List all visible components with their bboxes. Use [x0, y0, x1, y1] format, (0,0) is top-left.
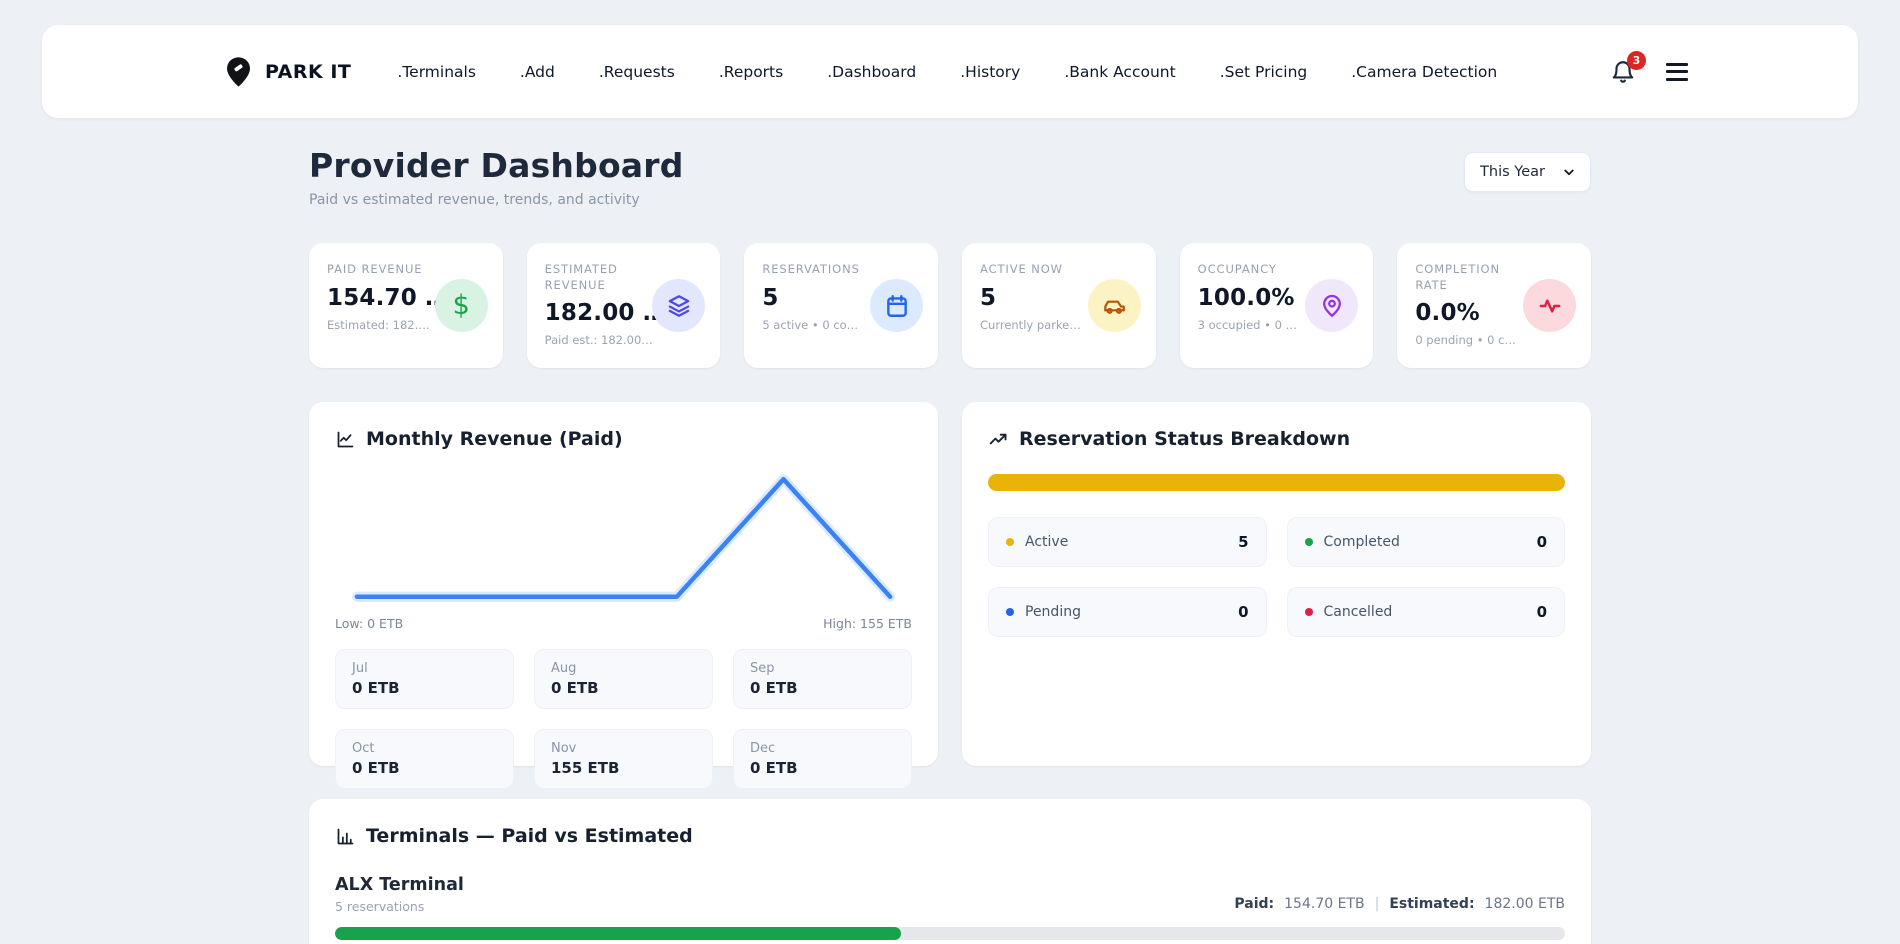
stat-label: COMPLETION RATE — [1415, 262, 1501, 292]
month-grid: Jul 0 ETB Aug 0 ETB Sep 0 ETB Oct 0 ETB … — [335, 649, 912, 789]
month-cell-sep: Sep 0 ETB — [733, 649, 912, 709]
menu-button[interactable] — [1666, 60, 1688, 84]
stat-sub: 3 occupied • 0 … — [1197, 317, 1298, 332]
panel-title: Terminals — Paid vs Estimated — [366, 825, 693, 847]
brand[interactable]: PARK IT — [225, 56, 351, 88]
stat-label: PAID REVENUE — [327, 262, 423, 276]
top-navbar: PARK IT .Terminals .Add .Requests .Repor… — [42, 25, 1858, 118]
park-it-logo-pin-icon — [227, 56, 250, 87]
brand-name: PARK IT — [265, 60, 352, 83]
chart-high-label: High: 155 ETB — [823, 616, 912, 631]
layers-icon — [652, 279, 706, 332]
hamburger-icon — [1666, 62, 1688, 66]
stat-card-reservations: RESERVATIONS 5 5 active • 0 co… — [744, 243, 938, 368]
status-distribution-bar — [988, 474, 1565, 491]
nav-item-reports[interactable]: .Reports — [719, 63, 783, 81]
month-cell-oct: Oct 0 ETB — [335, 729, 514, 789]
stat-value: 182.00 … — [544, 300, 667, 327]
period-select[interactable]: This Year — [1464, 152, 1591, 192]
status-cell-pending: Pending 0 — [988, 587, 1267, 637]
stat-label: ESTIMATED REVENUE — [544, 262, 618, 292]
car-icon — [1087, 279, 1141, 332]
nav-item-add[interactable]: .Add — [520, 63, 555, 81]
stat-cards-row: PAID REVENUE 154.70 … Estimated: 182.… $… — [309, 243, 1591, 368]
terminals-panel: Terminals — Paid vs Estimated ALX Termin… — [309, 799, 1591, 944]
monthly-revenue-panel: Monthly Revenue (Paid) Low: 0 ETB High: … — [309, 402, 938, 789]
nav-item-bank-account[interactable]: .Bank Account — [1064, 63, 1175, 81]
stat-value: 0.0% — [1415, 300, 1480, 327]
status-cell-completed: Completed 0 — [1286, 517, 1565, 567]
stat-sub: Paid est.: 182.00… — [544, 333, 653, 348]
stat-card-paid-revenue: PAID REVENUE 154.70 … Estimated: 182.… $ — [309, 243, 503, 368]
stat-card-occupancy: OCCUPANCY 100.0% 3 occupied • 0 … — [1179, 243, 1374, 368]
map-pin-icon — [1305, 279, 1359, 332]
period-select-value: This Year — [1480, 164, 1545, 180]
month-cell-jul: Jul 0 ETB — [335, 649, 514, 709]
nav-item-requests[interactable]: .Requests — [599, 63, 675, 81]
stat-sub: Currently parke… — [980, 317, 1081, 332]
page-title: Provider Dashboard — [309, 146, 684, 185]
trending-up-icon — [989, 433, 1007, 444]
panel-title: Reservation Status Breakdown — [1019, 428, 1351, 450]
status-cell-active: Active 5 — [988, 517, 1267, 567]
stat-label: RESERVATIONS — [762, 262, 860, 276]
revenue-line-chart — [335, 464, 912, 616]
month-cell-nov: Nov 155 ETB — [534, 729, 713, 789]
separator: | — [1374, 896, 1380, 912]
calendar-icon — [870, 279, 923, 332]
terminal-progress-fill — [335, 927, 901, 940]
page-subtitle: Paid vs estimated revenue, trends, and a… — [309, 192, 640, 208]
bar-chart-icon — [337, 828, 354, 844]
stat-card-completion-rate: COMPLETION RATE 0.0% 0 pending • 0 c… — [1397, 243, 1591, 368]
stat-value: 5 — [762, 284, 779, 311]
stat-sub: 0 pending • 0 c… — [1415, 333, 1516, 348]
stat-card-active-now: ACTIVE NOW 5 Currently parke… — [962, 243, 1156, 368]
terminal-name: ALX Terminal — [335, 875, 464, 895]
stat-value: 100.0% — [1197, 284, 1295, 311]
status-dot — [1006, 608, 1014, 616]
pulse-icon — [1523, 279, 1576, 332]
chart-low-label: Low: 0 ETB — [335, 616, 404, 631]
status-dot — [1304, 608, 1313, 616]
line-chart-icon — [337, 431, 354, 447]
nav-item-set-pricing[interactable]: .Set Pricing — [1220, 63, 1308, 81]
stat-label: ACTIVE NOW — [980, 262, 1063, 276]
stat-sub: 5 active • 0 co… — [762, 317, 859, 332]
stat-label: OCCUPANCY — [1197, 262, 1277, 276]
terminal-reservations: 5 reservations — [335, 899, 425, 914]
nav-item-camera-detection[interactable]: .Camera Detection — [1351, 63, 1497, 81]
stat-value: 5 — [980, 284, 997, 311]
month-cell-aug: Aug 0 ETB — [534, 649, 713, 709]
stat-card-estimated-revenue: ESTIMATED REVENUE 182.00 … Paid est.: 18… — [526, 243, 721, 368]
terminal-amounts: Paid: 154.70 ETB | Estimated: 182.00 ETB — [1234, 896, 1565, 912]
nav-item-dashboard[interactable]: .Dashboard — [827, 63, 916, 81]
notification-badge: 3 — [1627, 50, 1646, 70]
panel-title: Monthly Revenue (Paid) — [366, 428, 623, 450]
nav-right: 3 — [1610, 50, 1688, 85]
status-dot — [1304, 538, 1313, 546]
dollar-icon: $ — [434, 279, 488, 332]
month-cell-dec: Dec 0 ETB — [733, 729, 912, 789]
notifications-button[interactable]: 3 — [1610, 50, 1646, 85]
status-breakdown-panel: Reservation Status Breakdown Active 5 Co… — [962, 402, 1591, 766]
nav-item-history[interactable]: .History — [960, 63, 1020, 81]
status-cell-cancelled: Cancelled 0 — [1286, 587, 1565, 637]
stat-sub: Estimated: 182.… — [327, 317, 430, 332]
charts-row: Monthly Revenue (Paid) Low: 0 ETB High: … — [309, 402, 1591, 789]
status-grid: Active 5 Completed 0 Pending 0 Cancelled… — [988, 517, 1565, 637]
chevron-down-icon — [1564, 169, 1574, 176]
terminal-progress-track — [335, 927, 1565, 940]
terminal-row: ALX Terminal 5 reservations Paid: 154.70… — [335, 875, 1565, 944]
stat-value: 154.70 … — [327, 284, 449, 311]
nav-links: .Terminals .Add .Requests .Reports .Dash… — [397, 63, 1497, 81]
page-header: Provider Dashboard Paid vs estimated rev… — [309, 146, 1591, 208]
main-content: Provider Dashboard Paid vs estimated rev… — [309, 146, 1591, 944]
status-dot — [1006, 538, 1014, 546]
nav-item-terminals[interactable]: .Terminals — [397, 63, 476, 81]
